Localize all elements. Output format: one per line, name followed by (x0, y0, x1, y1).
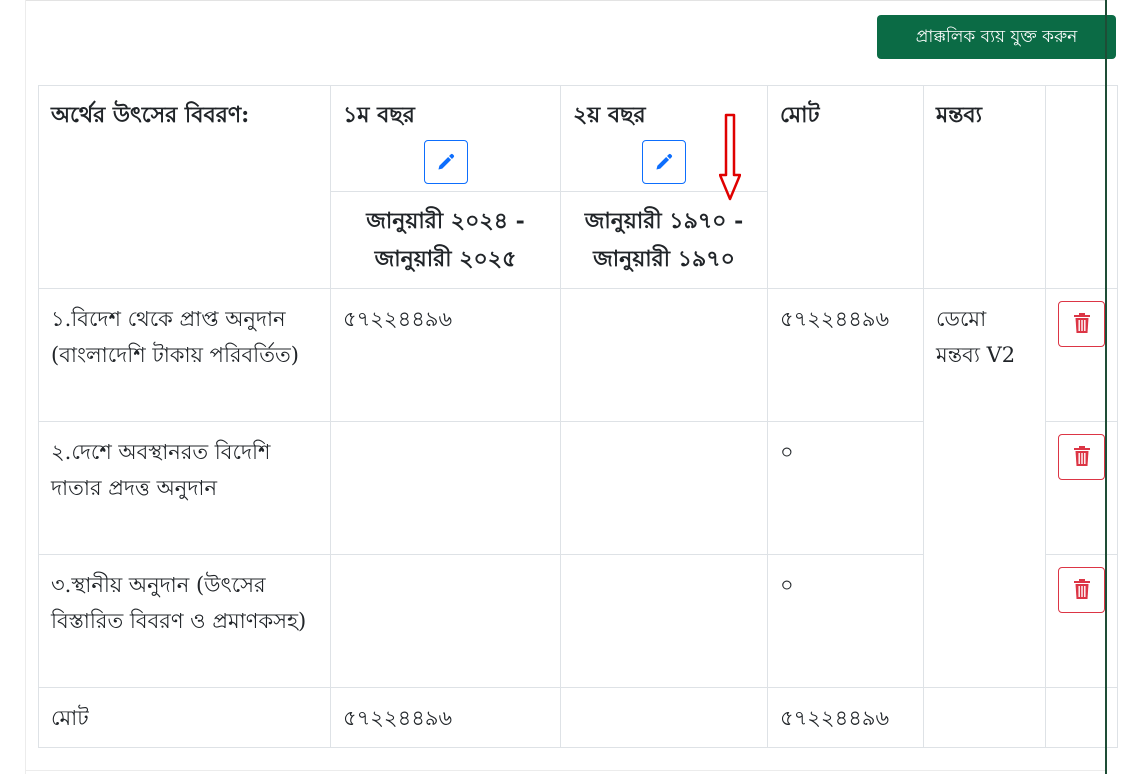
page-canvas: প্রাক্কলিক ব্যয় যুক্ত করুন অর্থের উৎসের… (0, 0, 1132, 774)
funding-source-table-wrapper: অর্থের উৎসের বিবরণ: ১ম বছর ২য় বছর মোট ম… (38, 85, 1118, 748)
row-total-3: ০ (767, 554, 924, 688)
row-source-3: ৩.স্থানীয় অনুদান (উৎসের বিস্তারিত বিবরণ… (38, 554, 331, 688)
down-arrow-icon (719, 113, 741, 201)
edit-year1-button[interactable] (423, 140, 468, 184)
header-total: মোট (767, 85, 924, 289)
total-row: মোট ৫৭২২৪৪৯৬ ৫৭২২৪৪৯৬ (38, 687, 1118, 748)
row-total-2: ০ (767, 421, 924, 555)
row-year2-1 (560, 288, 768, 422)
comment-cell: ডেমো মন্তব্য V2 (923, 288, 1046, 688)
header-row: অর্থের উৎসের বিবরণ: ১ম বছর ২য় বছর মোট ম… (38, 85, 1118, 289)
delete-row-2-button[interactable] (1058, 434, 1105, 480)
year2-range: জানুয়ারী ১৯৭০ - জানুয়ারী ১৯৭০ (560, 191, 768, 289)
footer-year2 (560, 687, 768, 748)
trash-icon (1074, 579, 1090, 599)
header-year1: ১ম বছর (330, 85, 561, 192)
row-total-1: ৫৭২২৪৪৯৬ (767, 288, 924, 422)
edit-year2-button[interactable] (642, 140, 686, 184)
footer-year1: ৫৭২২৪৪৯৬ (330, 687, 561, 748)
row-source-1: ১.বিদেশ থেকে প্রাপ্ত অনুদান (বাংলাদেশি ট… (38, 288, 331, 422)
header-year1-label: ১ম বছর (343, 102, 415, 128)
panel-border-bottom (26, 770, 1106, 771)
pencil-icon (656, 153, 673, 170)
row-year1-1: ৫৭২২৪৪৯৬ (330, 288, 561, 422)
add-estimated-expense-button[interactable]: প্রাক্কলিক ব্যয় যুক্ত করুন (877, 15, 1116, 59)
footer-total: ৫৭২২৪৪৯৬ (767, 687, 924, 748)
row-year1-3 (330, 554, 561, 688)
footer-label: মোট (38, 687, 331, 748)
footer-comment (923, 687, 1046, 748)
delete-row-1-button[interactable] (1058, 301, 1105, 347)
row-year1-2 (330, 421, 561, 555)
row-source-2: ২.দেশে অবস্থানরত বিদেশি দাতার প্রদত্ত অন… (38, 421, 331, 555)
header-source: অর্থের উৎসের বিবরণ: (38, 85, 331, 289)
table-row: ১.বিদেশ থেকে প্রাপ্ত অনুদান (বাংলাদেশি ট… (38, 288, 1118, 688)
row-year2-3 (560, 554, 768, 688)
funding-source-table: অর্থের উৎসের বিবরণ: ১ম বছর ২য় বছর মোট ম… (38, 85, 1118, 748)
panel-border-left (25, 0, 26, 774)
header-year2-label: ২য় বছর (573, 102, 646, 128)
trash-icon (1074, 313, 1090, 333)
year1-range: জানুয়ারী ২০২৪ - জানুয়ারী ২০২৫ (330, 191, 561, 289)
trash-icon (1074, 446, 1090, 466)
header-comment: মন্তব্য (923, 85, 1046, 289)
row-year2-2 (560, 421, 768, 555)
panel-border-top (26, 0, 1106, 1)
delete-row-3-button[interactable] (1058, 567, 1105, 613)
pencil-icon (437, 153, 454, 170)
right-divider (1105, 0, 1107, 774)
